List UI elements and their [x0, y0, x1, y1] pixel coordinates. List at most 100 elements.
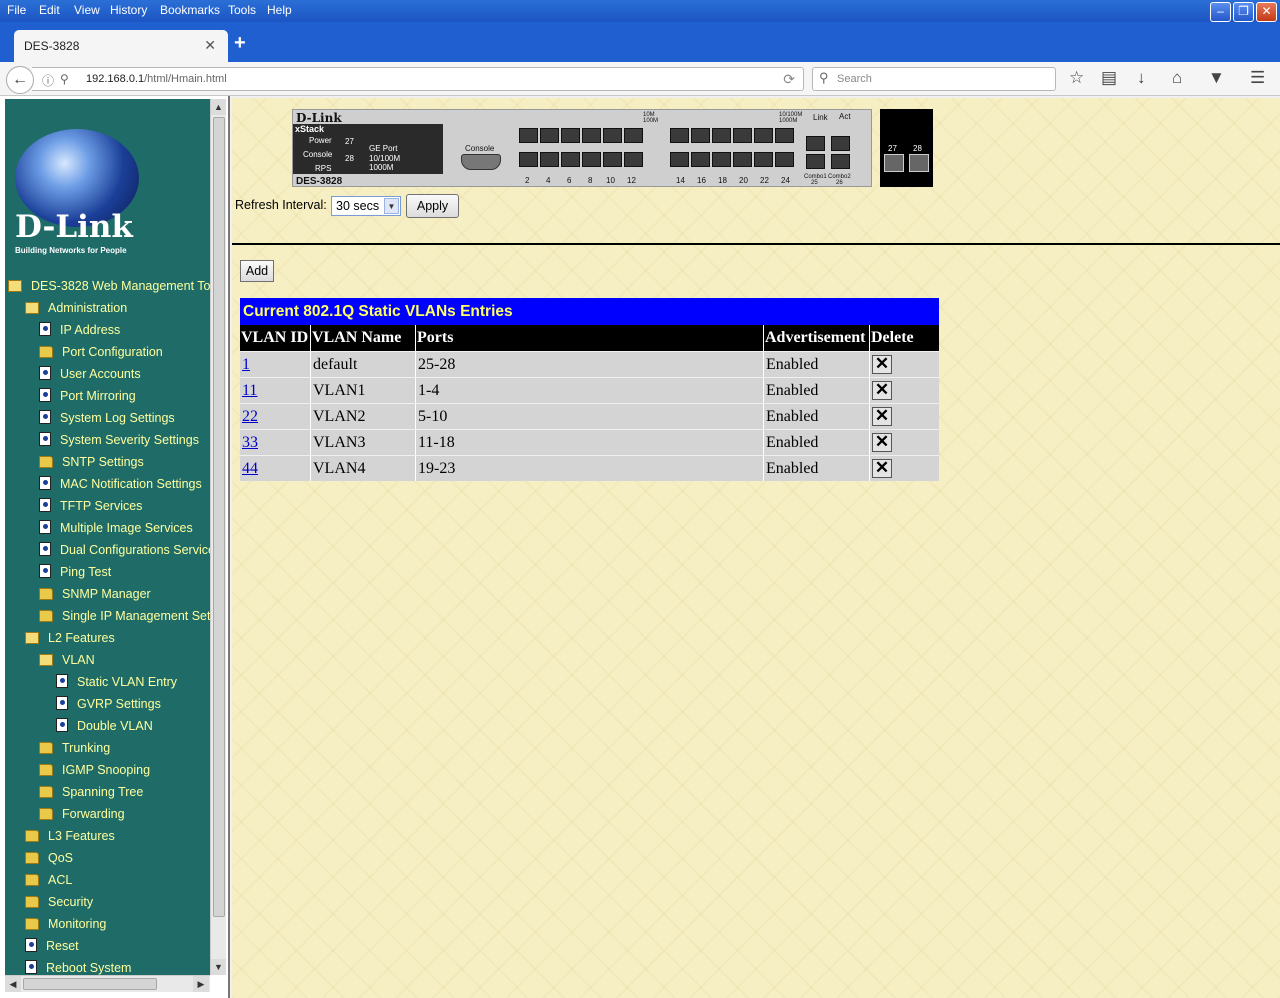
tree-item-trunking[interactable]: Trunking [39, 738, 110, 758]
refresh-interval-select[interactable]: 30 secs ▼ [331, 196, 401, 216]
port-22[interactable] [754, 152, 773, 167]
port-3[interactable] [540, 128, 559, 143]
vlan-id-link[interactable]: 22 [242, 408, 258, 425]
tree-reset[interactable]: Reset [25, 936, 79, 956]
scroll-left-arrow-icon[interactable]: ◀ [5, 976, 21, 992]
scrollbar-thumb[interactable] [213, 117, 225, 917]
back-button[interactable]: ← [6, 66, 34, 94]
port-13[interactable] [670, 128, 689, 143]
delete-icon[interactable]: ✕ [872, 459, 892, 478]
tree-item-ping-test[interactable]: Ping Test [39, 562, 111, 582]
scroll-down-arrow-icon[interactable]: ▼ [211, 959, 226, 975]
tree-item-gvrp-settings[interactable]: GVRP Settings [56, 694, 161, 714]
menu-file[interactable]: File [7, 3, 26, 17]
tree-item-sntp-settings[interactable]: SNTP Settings [39, 452, 144, 472]
tree-security[interactable]: Security [25, 892, 93, 912]
vlan-id-link[interactable]: 33 [242, 434, 258, 451]
port-2[interactable] [519, 152, 538, 167]
port-9[interactable] [603, 128, 622, 143]
reading-list-icon[interactable]: ▤ [1101, 68, 1117, 88]
scrollbar-thumb[interactable] [23, 978, 157, 990]
vlan-id-link[interactable]: 44 [242, 460, 258, 477]
sfp-port-27[interactable] [884, 154, 904, 172]
vlan-id-link[interactable]: 1 [242, 356, 250, 373]
port-11[interactable] [624, 128, 643, 143]
tree-item-single-ip-management[interactable]: Single IP Management Settings [39, 606, 210, 626]
delete-icon[interactable]: ✕ [872, 381, 892, 400]
port-10[interactable] [603, 152, 622, 167]
menu-tools[interactable]: Tools [228, 3, 256, 17]
tree-reboot-system[interactable]: Reboot System [25, 958, 131, 975]
port-19[interactable] [733, 128, 752, 143]
port-1[interactable] [519, 128, 538, 143]
tree-vertical-scrollbar[interactable]: ▲ ▼ [210, 99, 226, 975]
port-12[interactable] [624, 152, 643, 167]
tree-acl[interactable]: ACL [25, 870, 72, 890]
tree-item-port-mirroring[interactable]: Port Mirroring [39, 386, 136, 406]
menu-help[interactable]: Help [267, 3, 292, 17]
port-4[interactable] [540, 152, 559, 167]
tree-root[interactable]: DES-3828 Web Management Tool [8, 276, 210, 296]
tree-item-mac-notification-settings[interactable]: MAC Notification Settings [39, 474, 202, 494]
url-bar[interactable]: ⓘ ⚲ 192.168.0.1/html/Hmain.html ⟳ [32, 67, 804, 91]
tree-item-snmp-manager[interactable]: SNMP Manager [39, 584, 151, 604]
tree-item-ip-address[interactable]: IP Address [39, 320, 120, 340]
tree-item-tftp-services[interactable]: TFTP Services [39, 496, 142, 516]
combo-sfp-25[interactable] [806, 154, 825, 169]
port-24[interactable] [775, 152, 794, 167]
menu-bookmarks[interactable]: Bookmarks [160, 3, 220, 17]
download-icon[interactable]: ↓ [1137, 68, 1146, 88]
minimize-button[interactable]: – [1210, 2, 1231, 22]
tree-item-igmp-snooping[interactable]: IGMP Snooping [39, 760, 150, 780]
tree-item-dual-configurations[interactable]: Dual Configurations Services [39, 540, 210, 560]
tree-administration[interactable]: Administration [25, 298, 127, 318]
tree-vlan[interactable]: VLAN [39, 650, 95, 670]
tree-item-system-log-settings[interactable]: System Log Settings [39, 408, 175, 428]
add-button[interactable]: Add [240, 260, 274, 282]
new-tab-icon[interactable]: + [234, 32, 246, 55]
tree-horizontal-scrollbar[interactable]: ◀ ▶ [5, 975, 210, 992]
tree-l3-features[interactable]: L3 Features [25, 826, 115, 846]
scroll-up-arrow-icon[interactable]: ▲ [211, 99, 226, 115]
combo-port-25[interactable] [806, 136, 825, 151]
port-15[interactable] [691, 128, 710, 143]
close-tab-icon[interactable]: ✕ [204, 37, 216, 54]
tree-qos[interactable]: QoS [25, 848, 73, 868]
port-16[interactable] [691, 152, 710, 167]
tree-monitoring[interactable]: Monitoring [25, 914, 106, 934]
pocket-icon[interactable]: ▼ [1208, 68, 1225, 88]
port-7[interactable] [582, 128, 601, 143]
menu-edit[interactable]: Edit [39, 3, 60, 17]
tree-item-port-configuration[interactable]: Port Configuration [39, 342, 163, 362]
port-23[interactable] [775, 128, 794, 143]
tree-item-forwarding[interactable]: Forwarding [39, 804, 125, 824]
port-20[interactable] [733, 152, 752, 167]
tree-item-static-vlan-entry[interactable]: Static VLAN Entry [56, 672, 177, 692]
tree-item-double-vlan[interactable]: Double VLAN [56, 716, 153, 736]
tree-l2-features[interactable]: L2 Features [25, 628, 115, 648]
menu-history[interactable]: History [110, 3, 147, 17]
port-18[interactable] [712, 152, 731, 167]
bookmark-star-icon[interactable]: ☆ [1069, 68, 1084, 88]
apply-button[interactable]: Apply [406, 194, 459, 218]
port-8[interactable] [582, 152, 601, 167]
hamburger-menu-icon[interactable]: ☰ [1250, 68, 1265, 88]
tree-item-multiple-image-services[interactable]: Multiple Image Services [39, 518, 193, 538]
port-17[interactable] [712, 128, 731, 143]
close-window-button[interactable]: ✕ [1256, 2, 1277, 22]
maximize-button[interactable]: ❐ [1233, 2, 1254, 22]
tree-item-system-severity-settings[interactable]: System Severity Settings [39, 430, 199, 450]
combo-sfp-26[interactable] [831, 154, 850, 169]
browser-tab[interactable]: DES-3828 ✕ [14, 30, 228, 62]
combo-port-26[interactable] [831, 136, 850, 151]
reload-icon[interactable]: ⟳ [783, 71, 795, 88]
port-21[interactable] [754, 128, 773, 143]
search-input[interactable]: ⚲ Search [812, 67, 1056, 91]
delete-icon[interactable]: ✕ [872, 355, 892, 374]
menu-view[interactable]: View [74, 3, 100, 17]
home-icon[interactable]: ⌂ [1172, 68, 1182, 88]
port-5[interactable] [561, 128, 580, 143]
tree-item-user-accounts[interactable]: User Accounts [39, 364, 141, 384]
info-icon[interactable]: ⓘ [42, 72, 54, 89]
scroll-right-arrow-icon[interactable]: ▶ [193, 976, 209, 992]
